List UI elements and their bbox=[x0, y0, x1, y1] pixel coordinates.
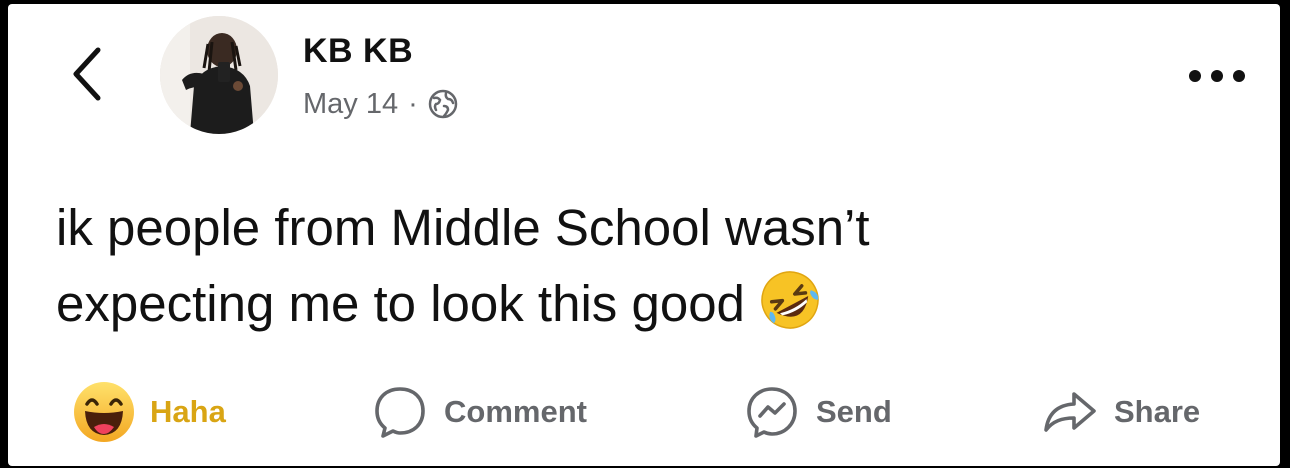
more-horizontal-icon bbox=[1189, 70, 1245, 82]
share-button[interactable]: Share bbox=[1040, 380, 1200, 444]
haha-emoji-icon bbox=[74, 382, 134, 442]
more-options-button[interactable] bbox=[1186, 66, 1248, 86]
globe-icon bbox=[428, 89, 458, 119]
chevron-left-icon bbox=[73, 47, 101, 101]
post-card: KB KB May 14 · ik people from Middle Sch… bbox=[8, 4, 1280, 466]
haha-label: Haha bbox=[150, 394, 226, 429]
back-button[interactable] bbox=[68, 46, 108, 102]
author-name[interactable]: KB KB bbox=[303, 32, 413, 71]
comment-label: Comment bbox=[444, 394, 587, 429]
post-text-line-2: expecting me to look this good bbox=[56, 266, 1256, 342]
post-body: ik people from Middle School wasn’t expe… bbox=[56, 190, 1256, 342]
meta-separator: · bbox=[408, 87, 418, 120]
rolling-on-floor-laughing-emoji-icon bbox=[761, 271, 819, 329]
post-text-line-2-text: expecting me to look this good bbox=[56, 275, 745, 332]
share-icon bbox=[1044, 392, 1096, 432]
avatar[interactable] bbox=[160, 16, 278, 134]
comment-button[interactable]: Comment bbox=[370, 380, 587, 444]
share-label: Share bbox=[1114, 394, 1201, 429]
post-text-line-1: ik people from Middle School wasn’t bbox=[56, 199, 870, 256]
avatar-photo bbox=[160, 16, 278, 134]
haha-reaction-button[interactable]: Haha bbox=[72, 380, 226, 444]
post-actions-bar: Haha Comment Send Share bbox=[8, 380, 1280, 444]
send-button[interactable]: Send bbox=[742, 380, 892, 444]
post-date[interactable]: May 14 bbox=[303, 88, 398, 121]
send-label: Send bbox=[816, 394, 892, 429]
post-meta: May 14 · bbox=[303, 86, 458, 122]
comment-icon bbox=[375, 387, 425, 438]
messenger-icon bbox=[747, 387, 797, 438]
